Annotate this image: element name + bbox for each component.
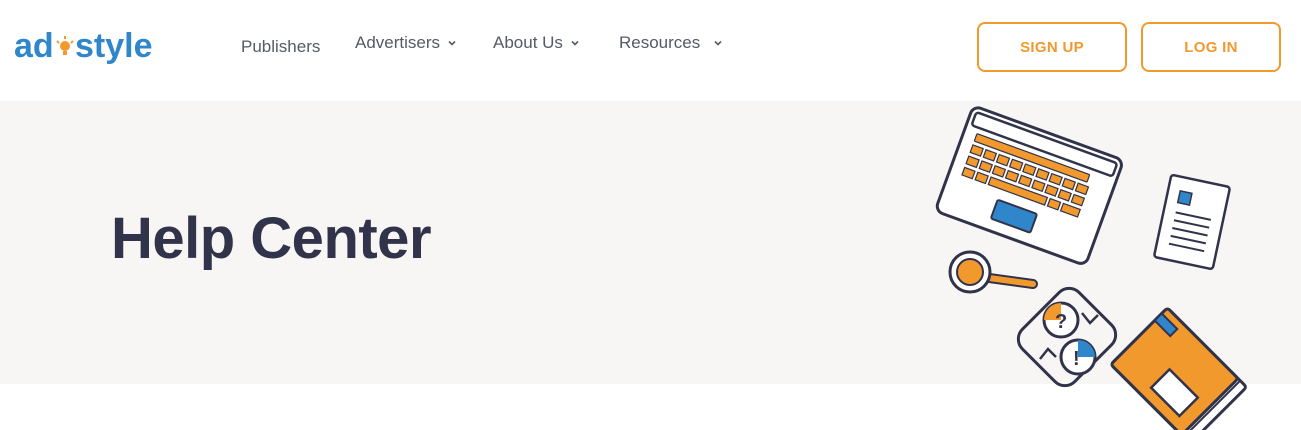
chevron-down-icon (714, 40, 722, 46)
adstyle-logo[interactable]: ad style (14, 22, 180, 74)
svg-text:?: ? (1055, 311, 1067, 333)
sign-up-button[interactable]: SIGN UP (977, 22, 1127, 72)
book-icon (1110, 307, 1247, 430)
question-answer-icon: ? ! (1016, 286, 1118, 388)
help-center-illustration: ? ! (935, 106, 1247, 430)
nav-item-about-us[interactable]: About Us (493, 33, 580, 53)
svg-text:!: ! (1073, 348, 1080, 370)
laptop-icon (935, 106, 1123, 265)
nav-item-advertisers[interactable]: Advertisers (355, 33, 457, 53)
chevron-down-icon (571, 40, 579, 46)
svg-text:ad: ad (14, 27, 54, 65)
site-header: ad style Publishers Advertisers About Us… (0, 0, 1301, 101)
page-title: Help Center (111, 206, 432, 271)
lightbulb-icon (56, 36, 74, 55)
nav-item-resources[interactable]: Resources (619, 33, 723, 53)
nav-item-label: Advertisers (355, 33, 441, 52)
nav-item-publishers[interactable]: Publishers (241, 37, 320, 57)
document-icon (1153, 173, 1231, 271)
svg-text:style: style (75, 27, 153, 65)
chevron-down-icon (448, 40, 456, 46)
nav-item-label: Publishers (241, 37, 321, 56)
nav-item-label: About Us (493, 33, 563, 52)
magnifier-icon (948, 250, 1038, 294)
nav-item-label: Resources (619, 33, 701, 52)
log-in-button[interactable]: LOG IN (1141, 22, 1281, 72)
